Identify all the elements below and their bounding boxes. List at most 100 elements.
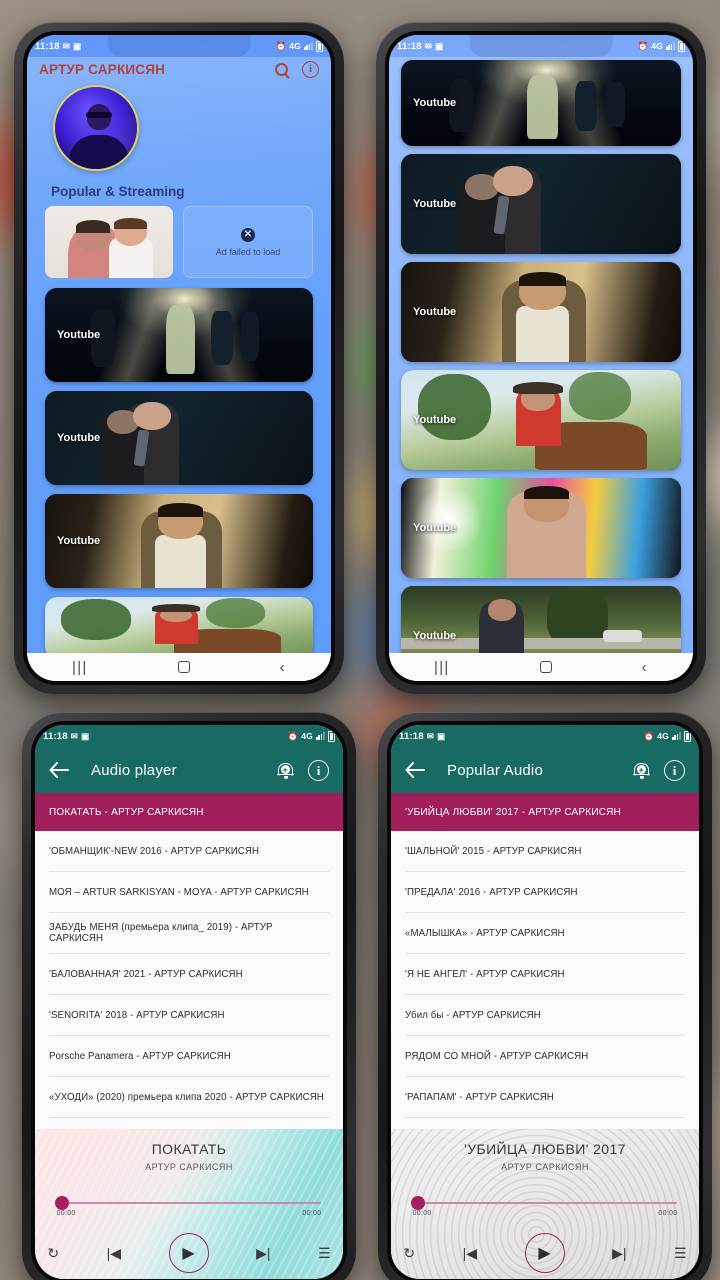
image-icon: ▣ (81, 730, 90, 741)
recents-icon[interactable]: ||| (72, 660, 88, 675)
playlist-icon[interactable]: ☰ (674, 1246, 687, 1260)
list-item[interactable]: 'ШАЛЬНОЙ' 2015 - АРТУР САРКИСЯН (405, 831, 685, 872)
network-label: 4G (651, 40, 663, 51)
player-controls: ↻ |◀ ▶ ▶| ☰ (403, 1233, 687, 1273)
sms-icon: ✉ (70, 730, 79, 741)
repeat-icon[interactable]: ↻ (403, 1246, 415, 1260)
info-icon[interactable]: i (302, 61, 319, 78)
track-list[interactable]: 'ШАЛЬНОЙ' 2015 - АРТУР САРКИСЯН 'ПРЕДАЛА… (391, 831, 699, 1129)
bell-add-icon[interactable]: + (277, 762, 294, 779)
search-icon[interactable] (275, 63, 288, 76)
battery-icon (684, 729, 691, 742)
status-clock: 11:18 (399, 730, 424, 742)
list-item[interactable]: 'РАПАПАМ' - АРТУР САРКИСЯН (405, 1077, 685, 1118)
alarm-icon: ⏰ (637, 40, 649, 51)
video-card[interactable]: Youtube (45, 288, 313, 382)
list-item[interactable]: «УХОДИ» (2020) премьера клипа 2020 - АРТ… (49, 1077, 329, 1118)
video-list: Youtube Youtube Youtube Youtube Youtube (389, 57, 693, 653)
video-card[interactable]: Youtube (45, 494, 313, 588)
list-item[interactable]: 'БАЛОВАННАЯ' 2021 - АРТУР САРКИСЯН (49, 954, 329, 995)
status-clock: 11:18 (43, 730, 68, 742)
list-item[interactable]: 'ПРЕДАЛА' 2016 - АРТУР САРКИСЯН (405, 872, 685, 913)
time-row: 00:00 00:00 (413, 1210, 678, 1217)
now-playing-banner[interactable]: 'УБИЙЦА ЛЮБВИ' 2017 - АРТУР САРКИСЯН (391, 793, 699, 831)
list-item[interactable]: 'SENORITA' 2018 - АРТУР САРКИСЯН (49, 995, 329, 1036)
play-icon[interactable]: ▶ (168, 1233, 209, 1273)
status-bar: 11:18 ✉ ▣ ⏰ 4G (27, 35, 331, 57)
seek-knob[interactable] (410, 1196, 425, 1210)
player-panel: 'УБИЙЦА ЛЮБВИ' 2017 АРТУР САРКИСЯН 00:00… (391, 1129, 699, 1279)
repeat-icon[interactable]: ↻ (47, 1246, 59, 1260)
seek-slider[interactable] (54, 1196, 322, 1210)
video-card[interactable]: Youtube (401, 154, 681, 254)
sms-icon: ✉ (62, 40, 71, 51)
video-source-label: Youtube (57, 432, 101, 444)
play-icon[interactable]: ▶ (524, 1233, 565, 1273)
back-arrow-icon[interactable] (49, 762, 69, 778)
video-card[interactable]: Youtube (401, 586, 681, 653)
recents-icon[interactable]: ||| (434, 660, 450, 675)
info-icon[interactable]: i (664, 759, 685, 781)
network-label: 4G (301, 730, 313, 741)
back-icon[interactable]: ‹ (280, 660, 286, 675)
back-arrow-icon[interactable] (405, 762, 425, 778)
screen-title: Audio player (91, 761, 177, 779)
seek-slider[interactable] (410, 1196, 678, 1210)
player-track-title: ПОКАТАТЬ (151, 1141, 227, 1157)
status-bar: 11:18 ✉ ▣ ⏰ 4G (35, 725, 343, 747)
next-icon[interactable]: ▶| (256, 1246, 270, 1260)
video-source-label: Youtube (413, 306, 457, 318)
duration-time: 00:00 (658, 1210, 678, 1217)
phone-artist-home: 11:18 ✉ ▣ ⏰ 4G АРТУР САРКИСЯН i Popular … (14, 22, 344, 694)
now-playing-banner[interactable]: ПОКАТАТЬ - АРТУР САРКИСЯН (35, 793, 343, 831)
signal-icon (672, 732, 681, 740)
list-item[interactable]: МОЯ – ARTUR SARKISYAN - MOYA - АРТУР САР… (49, 872, 329, 913)
video-card[interactable]: Youtube (401, 262, 681, 362)
back-icon[interactable]: ‹ (642, 660, 648, 675)
previous-icon[interactable]: |◀ (463, 1246, 477, 1260)
video-card[interactable]: Youtube (401, 478, 681, 578)
previous-icon[interactable]: |◀ (107, 1246, 121, 1260)
ad-failed-text: Ad failed to load (215, 246, 281, 257)
status-clock: 11:18 (35, 40, 60, 52)
home-icon[interactable] (177, 661, 190, 673)
ad-row: ✕ Ad failed to load (27, 206, 331, 278)
video-source-label: Youtube (413, 414, 457, 426)
video-card[interactable]: Youtube (45, 597, 313, 653)
list-item[interactable]: РАПАПАМ (concert) - АРТУР САРКИСЯН (405, 1118, 685, 1129)
section-title-popular-streaming: Popular & Streaming (51, 184, 185, 199)
track-list[interactable]: 'ОБМАНЩИК'-NEW 2016 - АРТУР САРКИСЯН МОЯ… (35, 831, 343, 1129)
playlist-icon[interactable]: ☰ (318, 1246, 331, 1260)
phone-popular-audio: 11:18 ✉ ▣ ⏰ 4G Popular Audio + i 'УБИЙЦА… (378, 712, 712, 1280)
info-icon[interactable]: i (308, 759, 329, 781)
image-icon: ▣ (437, 730, 446, 741)
battery-icon (328, 729, 335, 742)
video-card[interactable]: Youtube (45, 391, 313, 485)
app-bar: Popular Audio + i (391, 747, 699, 793)
time-row: 00:00 00:00 (57, 1210, 322, 1217)
list-item[interactable]: Porsche Panamera - АРТУР САРКИСЯН (49, 1036, 329, 1077)
list-item[interactable]: РЯДОМ СО МНОЙ - АРТУР САРКИСЯН (405, 1036, 685, 1077)
list-item[interactable]: «МАЛЫШКА» - АРТУР САРКИСЯН (405, 913, 685, 954)
artist-avatar[interactable] (53, 85, 139, 171)
elapsed-time: 00:00 (412, 1210, 432, 1217)
player-controls: ↻ |◀ ▶ ▶| ☰ (47, 1233, 331, 1273)
list-item[interactable]: 'ОБМАНЩИК'-NEW 2016 - АРТУР САРКИСЯН (49, 831, 329, 872)
video-card[interactable]: Youtube (401, 60, 681, 146)
next-icon[interactable]: ▶| (612, 1246, 626, 1260)
battery-icon (316, 39, 323, 52)
video-card[interactable]: Youtube (401, 370, 681, 470)
seek-knob[interactable] (54, 1196, 69, 1210)
list-item[interactable]: 'Я НЕ АНГЕЛ' - АРТУР САРКИСЯН (405, 954, 685, 995)
home-icon[interactable] (539, 661, 552, 673)
phone-video-list: 11:18 ✉ ▣ ⏰ 4G Youtube Youtube Youtube Y… (376, 22, 706, 694)
sms-icon: ✉ (426, 730, 435, 741)
phone-audio-player: 11:18 ✉ ▣ ⏰ 4G Audio player + i ПОКАТАТЬ… (22, 712, 356, 1280)
duration-time: 00:00 (302, 1210, 322, 1217)
ad-banner-image[interactable] (45, 206, 173, 278)
status-clock: 11:18 (397, 40, 422, 52)
list-item[interactable]: ЗАБУДЬ МЕНЯ (премьера клипа_ 2019) - АРТ… (49, 913, 329, 954)
video-source-label: Youtube (413, 198, 457, 210)
bell-add-icon[interactable]: + (633, 762, 650, 779)
list-item[interactable]: Убил бы - АРТУР САРКИСЯН (405, 995, 685, 1036)
